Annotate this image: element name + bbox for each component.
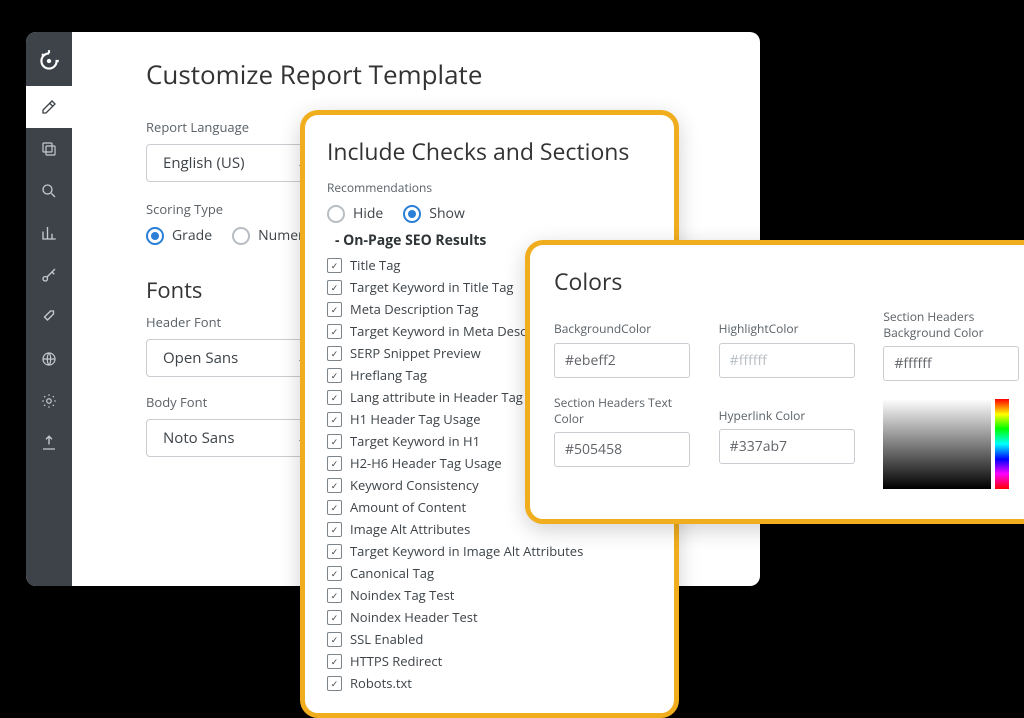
- radio-on-icon: [403, 205, 421, 223]
- checkbox-icon[interactable]: [327, 258, 342, 273]
- checkbox-icon[interactable]: [327, 346, 342, 361]
- hyperlink-color-input[interactable]: #337ab7: [719, 429, 855, 464]
- check-item-label: Noindex Tag Test: [350, 586, 454, 604]
- recommendations-label: Recommendations: [327, 179, 652, 196]
- sidebar-item-export[interactable]: [26, 422, 72, 464]
- check-item-label: Lang attribute in Header Tag: [350, 388, 523, 406]
- check-item[interactable]: Canonical Tag: [327, 564, 652, 582]
- checkbox-icon[interactable]: [327, 368, 342, 383]
- check-item-label: Title Tag: [350, 256, 400, 274]
- checkbox-icon[interactable]: [327, 302, 342, 317]
- check-item[interactable]: HTTPS Redirect: [327, 652, 652, 670]
- check-item-label: Image Alt Attributes: [350, 520, 470, 538]
- check-item-label: SERP Snippet Preview: [350, 344, 481, 362]
- check-item-label: Meta Description Tag: [350, 300, 478, 318]
- report-language-value: English (US): [163, 153, 245, 173]
- check-item-label: H1 Header Tag Usage: [350, 410, 481, 428]
- check-item-label: Robots.txt: [350, 674, 412, 692]
- checkbox-icon[interactable]: [327, 654, 342, 669]
- check-item-label: Keyword Consistency: [350, 476, 479, 494]
- sidebar-item-key[interactable]: [26, 254, 72, 296]
- check-item-label: Noindex Header Test: [350, 608, 478, 626]
- sidebar-item-tools[interactable]: [26, 296, 72, 338]
- recommendations-radio-hide[interactable]: Hide: [327, 204, 383, 223]
- section-text-color-input[interactable]: #505458: [554, 432, 690, 467]
- color-sv-area[interactable]: [883, 399, 991, 489]
- checkbox-icon[interactable]: [327, 434, 342, 449]
- check-item[interactable]: Robots.txt: [327, 674, 652, 692]
- colors-panel-title: Colors: [554, 265, 1024, 297]
- check-item-label: SSL Enabled: [350, 630, 423, 648]
- check-item-label: Target Keyword in Title Tag: [350, 278, 513, 296]
- check-item[interactable]: Noindex Header Test: [327, 608, 652, 626]
- highlight-color-input[interactable]: #ffffff: [719, 343, 855, 378]
- background-color-input[interactable]: #ebeff2: [554, 343, 690, 378]
- check-item-label: HTTPS Redirect: [350, 652, 442, 670]
- checkbox-icon[interactable]: [327, 566, 342, 581]
- app-sidebar: [26, 32, 72, 586]
- checks-panel-title: Include Checks and Sections: [327, 135, 652, 167]
- report-language-dropdown[interactable]: English (US): [146, 144, 326, 182]
- check-item[interactable]: SSL Enabled: [327, 630, 652, 648]
- radio-off-icon: [232, 227, 250, 245]
- header-font-dropdown[interactable]: Open Sans: [146, 339, 326, 377]
- section-bg-color-input[interactable]: #ffffff: [883, 346, 1019, 381]
- check-item-label: Target Keyword in H1: [350, 432, 480, 450]
- checkbox-icon[interactable]: [327, 588, 342, 603]
- checkbox-icon[interactable]: [327, 390, 342, 405]
- sidebar-item-chart[interactable]: [26, 212, 72, 254]
- body-font-dropdown[interactable]: Noto Sans: [146, 419, 326, 457]
- radio-on-icon: [146, 227, 164, 245]
- recommendations-radio-show[interactable]: Show: [403, 204, 465, 223]
- colors-panel: Colors BackgroundColor #ebeff2 Highlight…: [525, 240, 1024, 524]
- checkbox-icon[interactable]: [327, 522, 342, 537]
- check-item-label: H2-H6 Header Tag Usage: [350, 454, 502, 472]
- highlight-color-label: HighlightColor: [719, 309, 860, 337]
- page-title: Customize Report Template: [146, 56, 724, 92]
- checkbox-icon[interactable]: [327, 280, 342, 295]
- sidebar-item-settings[interactable]: [26, 380, 72, 422]
- sidebar-item-search[interactable]: [26, 170, 72, 212]
- radio-off-icon: [327, 205, 345, 223]
- color-hue-slider[interactable]: [995, 399, 1009, 489]
- check-item-label: Hreflang Tag: [350, 366, 427, 384]
- scoring-radio-grade[interactable]: Grade: [146, 226, 212, 245]
- checkbox-icon[interactable]: [327, 456, 342, 471]
- check-item[interactable]: Target Keyword in Image Alt Attributes: [327, 542, 652, 560]
- checkbox-icon[interactable]: [327, 632, 342, 647]
- checkbox-icon[interactable]: [327, 478, 342, 493]
- check-item-label: Canonical Tag: [350, 564, 434, 582]
- hyperlink-color-label: Hyperlink Color: [719, 395, 860, 423]
- checkbox-icon[interactable]: [327, 676, 342, 691]
- background-color-label: BackgroundColor: [554, 309, 695, 337]
- sidebar-item-edit[interactable]: [26, 86, 72, 128]
- sidebar-item-copy[interactable]: [26, 128, 72, 170]
- app-logo: [34, 46, 64, 76]
- checkbox-icon[interactable]: [327, 324, 342, 339]
- section-text-color-label: Section Headers Text Color: [554, 395, 695, 426]
- checkbox-icon[interactable]: [327, 544, 342, 559]
- color-picker[interactable]: [883, 399, 1009, 489]
- header-font-value: Open Sans: [163, 348, 238, 368]
- check-item[interactable]: Noindex Tag Test: [327, 586, 652, 604]
- checkbox-icon[interactable]: [327, 610, 342, 625]
- check-item-label: Amount of Content: [350, 498, 466, 516]
- sidebar-item-globe[interactable]: [26, 338, 72, 380]
- checkbox-icon[interactable]: [327, 500, 342, 515]
- section-bg-color-label: Section Headers Background Color: [883, 309, 1024, 340]
- check-item-label: Target Keyword in Image Alt Attributes: [350, 542, 583, 560]
- checkbox-icon[interactable]: [327, 412, 342, 427]
- body-font-value: Noto Sans: [163, 428, 235, 448]
